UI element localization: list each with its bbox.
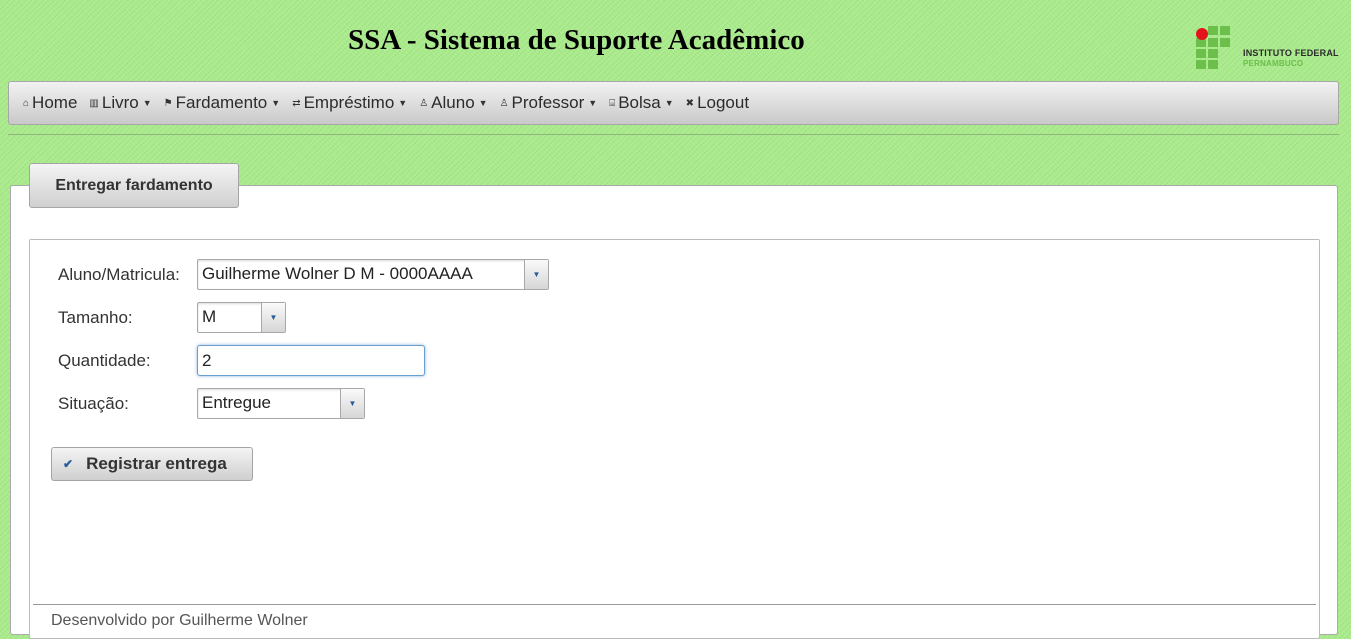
- chevron-down-icon: ▼: [271, 98, 281, 108]
- chevron-down-icon: ▼: [664, 98, 674, 108]
- quantidade-label: Quantidade:: [58, 351, 151, 370]
- tamanho-select[interactable]: M ▼: [197, 302, 286, 333]
- footer-divider: [33, 604, 1316, 605]
- nav-item-aluno[interactable]: ♙ Aluno ▼: [419, 93, 487, 113]
- nav-item-label: Livro: [101, 93, 139, 112]
- tamanho-label: Tamanho:: [58, 308, 133, 327]
- nav-item-label: Aluno: [431, 93, 475, 112]
- nav-item-bolsa[interactable]: ⌸ Bolsa ▼: [609, 93, 673, 113]
- footer-credit: Desenvolvido por Guilherme Wolner: [51, 612, 308, 629]
- institution-logo: INSTITUTO FEDERAL PERNAMBUCO: [1192, 24, 1342, 72]
- aluno-select-value: Guilherme Wolner D M - 0000AAAA: [202, 264, 473, 283]
- nav-item-emprestimo[interactable]: ⇄ Empréstimo ▼: [292, 93, 407, 113]
- flag-icon: ⚑: [163, 97, 173, 109]
- nav-item-livro[interactable]: ▥ Livro ▼: [89, 93, 151, 113]
- lock-icon: ⌸: [609, 97, 616, 109]
- logo-text-line1: INSTITUTO FEDERAL: [1243, 48, 1339, 58]
- tab-entregar-fardamento[interactable]: Entregar fardamento: [29, 163, 239, 208]
- situacao-label: Situação:: [58, 394, 129, 413]
- chevron-down-icon: ▼: [142, 98, 152, 108]
- nav-item-logout[interactable]: ✖ Logout: [686, 93, 749, 113]
- chevron-down-icon[interactable]: ▼: [524, 260, 548, 289]
- nav-item-label: Logout: [697, 93, 750, 112]
- user-icon: ♙: [499, 97, 509, 109]
- home-icon: ⌂: [23, 97, 30, 109]
- nav-item-label: Empréstimo: [303, 93, 395, 112]
- situacao-select[interactable]: Entregue ▼: [197, 388, 365, 419]
- main-navbar: ⌂ Home ▥ Livro ▼ ⚑ Fardamento ▼ ⇄ Emprés…: [8, 81, 1339, 125]
- logo-grid-icon: [1194, 26, 1234, 70]
- book-icon: ▥: [89, 97, 99, 109]
- tamanho-select-value: M: [202, 307, 217, 326]
- nav-item-home[interactable]: ⌂ Home: [23, 93, 77, 113]
- situacao-select-value: Entregue: [202, 393, 271, 412]
- close-icon: ✖: [685, 97, 695, 109]
- page-title: SSA - Sistema de Suporte Acadêmico: [348, 24, 805, 56]
- chevron-down-icon: ▼: [398, 98, 408, 108]
- user-icon: ♙: [419, 97, 429, 109]
- logo-text-line2: PERNAMBUCO: [1243, 59, 1304, 68]
- nav-item-label: Bolsa: [618, 93, 661, 112]
- nav-item-professor[interactable]: ♙ Professor ▼: [500, 93, 598, 113]
- check-icon: ✔: [63, 457, 74, 471]
- registrar-entrega-button[interactable]: ✔ Registrar entrega: [51, 447, 253, 481]
- nav-item-label: Home: [32, 93, 78, 112]
- header-divider: [8, 134, 1339, 135]
- form-container: [29, 239, 1320, 639]
- aluno-label: Aluno/Matricula:: [58, 265, 180, 284]
- registrar-entrega-label: Registrar entrega: [86, 454, 227, 473]
- nav-item-label: Fardamento: [175, 93, 268, 112]
- chevron-down-icon[interactable]: ▼: [261, 303, 285, 332]
- nav-item-fardamento[interactable]: ⚑ Fardamento ▼: [164, 93, 281, 113]
- aluno-select[interactable]: Guilherme Wolner D M - 0000AAAA ▼: [197, 259, 549, 290]
- chevron-down-icon: ▼: [478, 98, 488, 108]
- chevron-down-icon: ▼: [588, 98, 598, 108]
- transfer-icon: ⇄: [292, 97, 301, 109]
- chevron-down-icon[interactable]: ▼: [340, 389, 364, 418]
- nav-item-label: Professor: [511, 93, 585, 112]
- quantidade-input[interactable]: [197, 345, 425, 376]
